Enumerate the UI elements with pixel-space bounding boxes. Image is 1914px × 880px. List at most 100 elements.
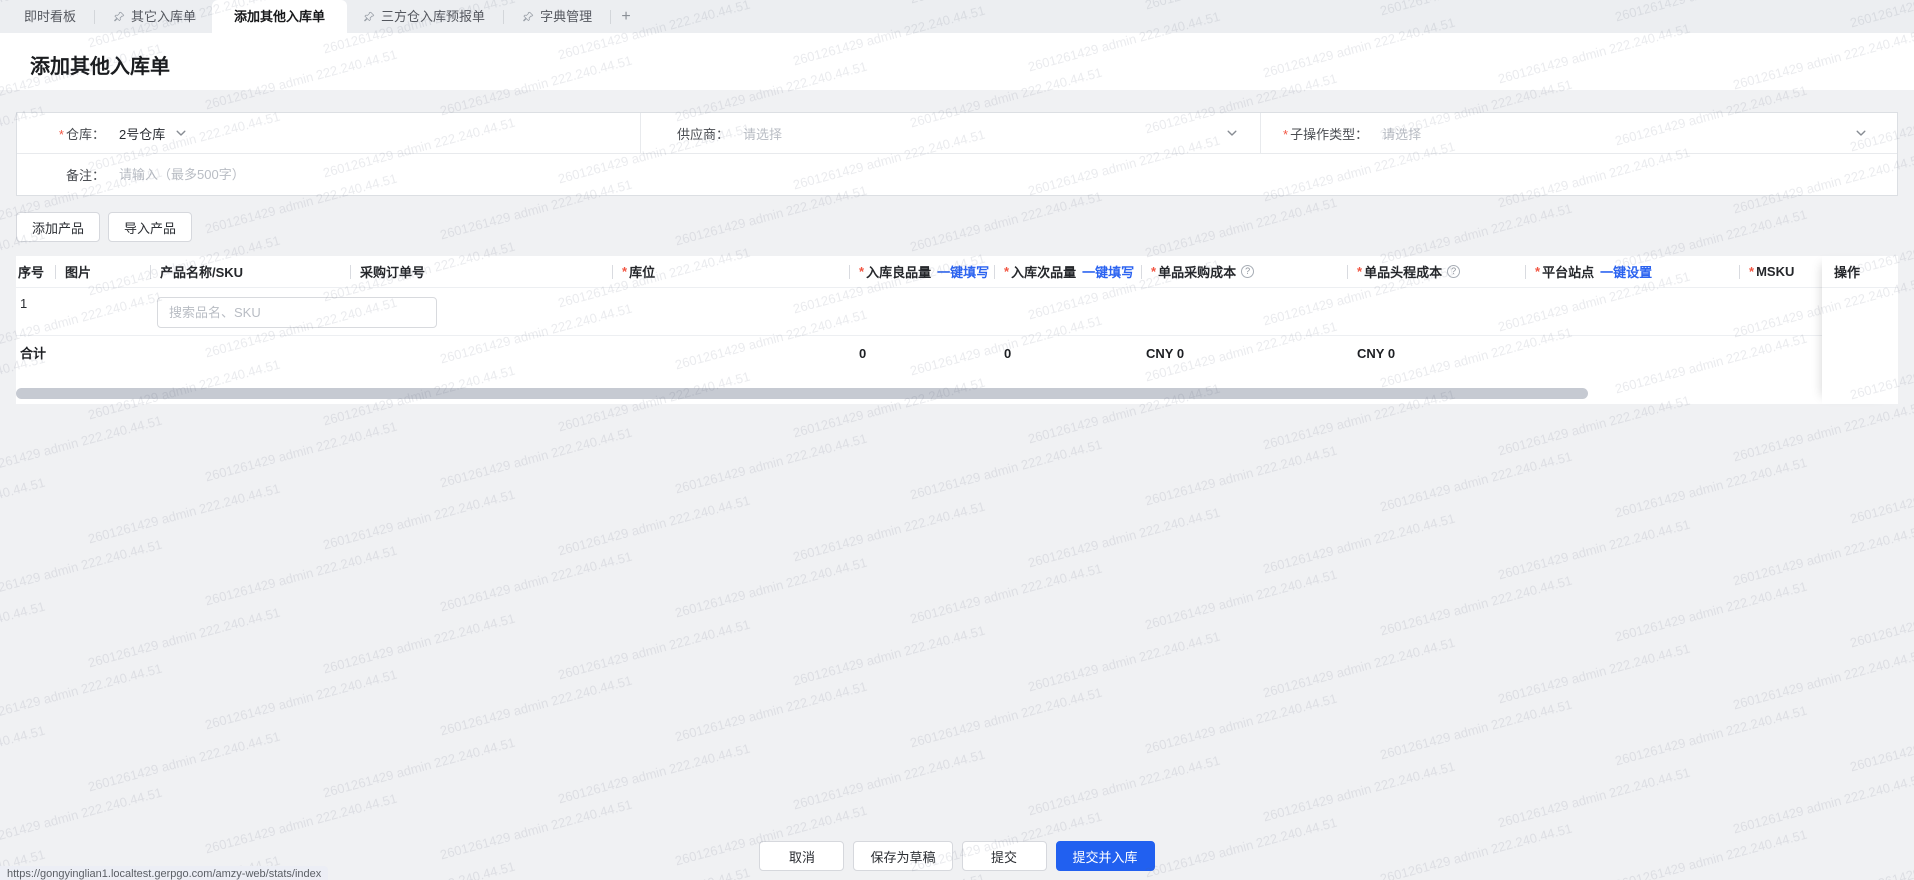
col-storage-location: * 库位 (612, 256, 849, 287)
col-msku: * MSKU (1739, 256, 1822, 287)
remark-input[interactable] (119, 167, 1119, 182)
sub-operation-type-field[interactable]: * 子操作类型： 请选择 (1261, 113, 1897, 153)
watermark-text: 2601261429 admin 222.240.44.51 (321, 611, 516, 677)
watermark-text: 2601261429 admin 222.240.44.51 (0, 723, 47, 789)
pushpin-icon[interactable] (522, 11, 534, 23)
watermark-text: 2601261429 admin 222.240.44.51 (1731, 771, 1914, 837)
watermark-text: 2601261429 admin 222.240.44.51 (86, 481, 281, 547)
product-table: 序号 图片 产品名称/SKU 采购订单号 * 库位 * 入库良品量 一键填写 * 入库次… (16, 256, 1898, 404)
watermark-text: 2601261429 admin 222.240.44.51 (203, 667, 398, 733)
pushpin-icon[interactable] (113, 11, 125, 23)
new-tab-button[interactable]: + (613, 0, 639, 33)
watermark-text: 2601261429 admin 222.240.44.51 (1613, 579, 1808, 645)
summary-row: 合计 0 0 CNY 0 CNY 0 (16, 336, 1898, 374)
tab-3pl-inbound-forecast[interactable]: 三方仓入库预报单 (347, 0, 501, 33)
warehouse-field: * 仓库： 2号仓库 (17, 113, 641, 153)
pushpin-icon[interactable] (363, 11, 375, 23)
warehouse-label: * 仓库： (58, 126, 105, 142)
warehouse-select[interactable]: 2号仓库 (119, 124, 187, 143)
watermark-text: 2601261429 admin 222.240.44.51 (791, 871, 986, 880)
watermark-text: 2601261429 admin 222.240.44.51 (791, 747, 986, 813)
watermark-text: 2601261429 admin 222.240.44.51 (1143, 691, 1338, 757)
watermark-text: 2601261429 admin 222.240.44.51 (321, 487, 516, 553)
watermark-text: 2601261429 admin 222.240.44.51 (673, 555, 868, 621)
col-image: 图片 (55, 256, 150, 287)
col-defect-qty: * 入库次品量 一键填写 (994, 256, 1141, 287)
add-product-button[interactable]: 添加产品 (16, 212, 101, 242)
watermark-text: 2601261429 admin 222.240.44.51 (1143, 443, 1338, 509)
watermark-text: 2601261429 admin 222.240.44.51 (203, 419, 398, 485)
required-mark: * (859, 264, 865, 279)
product-search-input[interactable] (157, 297, 437, 328)
watermark-text: 2601261429 admin 222.240.44.51 (321, 735, 516, 801)
required-mark: * (1535, 264, 1541, 279)
watermark-text: 2601261429 admin 222.240.44.51 (1143, 195, 1338, 261)
remark-label: 备注： (65, 168, 105, 183)
watermark-text: 2601261429 admin 222.240.44.51 (1613, 455, 1808, 521)
watermark-text: 2601261429 admin 222.240.44.51 (1026, 505, 1221, 571)
watermark-text: 2601261429 admin 222.240.44.51 (673, 679, 868, 745)
watermark-text: 2601261429 admin 222.240.44.51 (1731, 523, 1914, 589)
tab-bar: 即时看板 其它入库单 添加其他入库单 三方仓入库预报单 字典管理 + (0, 0, 1914, 33)
col-good-qty: * 入库良品量 一键填写 (849, 256, 994, 287)
tab-add-other-inbound-order[interactable]: 添加其他入库单 (212, 0, 348, 33)
summary-good-qty: 0 (859, 346, 867, 361)
tab-label: 三方仓入库预报单 (381, 9, 486, 24)
summary-freight-cost: CNY 0 (1357, 346, 1396, 361)
page-title: 添加其他入库单 (30, 56, 170, 78)
col-index: 序号 (18, 265, 45, 280)
required-mark: * (1357, 264, 1363, 279)
required-mark: * (58, 126, 64, 142)
watermark-text: 2601261429 admin 222.240.44.51 (1613, 703, 1808, 769)
watermark-text: 2601261429 admin 222.240.44.51 (556, 493, 751, 559)
col-unit-purchase-cost: * 单品采购成本? (1141, 256, 1347, 287)
required-mark: * (1749, 264, 1755, 279)
required-mark: * (1151, 264, 1157, 279)
required-mark: * (1283, 126, 1289, 142)
watermark-text: 2601261429 admin 222.240.44.51 (556, 617, 751, 683)
watermark-text: 2601261429 admin 222.240.44.51 (0, 475, 47, 541)
cancel-button[interactable]: 取消 (759, 841, 845, 871)
watermark-text: 2601261429 admin 222.240.44.51 (1848, 585, 1914, 651)
watermark-text: 2601261429 admin 222.240.44.51 (1026, 753, 1221, 819)
tab-other-inbound-orders[interactable]: 其它入库单 (97, 0, 212, 33)
product-toolbar: 添加产品 导入产品 (16, 212, 193, 242)
watermark-text: 2601261429 admin 222.240.44.51 (908, 685, 1103, 751)
watermark-text: 2601261429 admin 222.240.44.51 (1496, 765, 1691, 831)
watermark-text: 2601261429 admin 222.240.44.51 (1143, 567, 1338, 633)
tab-dictionary-management[interactable]: 字典管理 (506, 0, 608, 33)
chevron-down-icon (175, 127, 187, 139)
fill-all-defect-qty-link[interactable]: 一键填写 (1082, 262, 1134, 281)
submit-button[interactable]: 提交 (961, 841, 1047, 871)
watermark-text: 2601261429 admin 222.240.44.51 (1261, 511, 1456, 577)
save-draft-button[interactable]: 保存为草稿 (853, 841, 953, 871)
supplier-field[interactable]: 供应商： 请选择 (641, 113, 1261, 153)
col-actions: 操作 (1822, 256, 1898, 288)
info-icon[interactable]: ? (1447, 265, 1461, 278)
supplier-label: 供应商： (676, 126, 729, 142)
row-index: 1 (20, 296, 28, 311)
submit-and-inbound-button[interactable]: 提交并入库 (1055, 841, 1155, 871)
fill-all-good-qty-link[interactable]: 一键填写 (937, 262, 989, 281)
info-icon[interactable]: ? (1241, 265, 1255, 278)
watermark-text: 2601261429 admin 222.240.44.51 (0, 661, 164, 727)
watermark-text: 2601261429 admin 222.240.44.51 (791, 499, 986, 565)
watermark-text: 2601261429 admin 222.240.44.51 (0, 537, 164, 603)
tab-label: 其它入库单 (131, 9, 197, 24)
sub-operation-type-placeholder: 请选择 (1382, 126, 1422, 142)
horizontal-scrollbar-thumb[interactable] (16, 388, 1588, 399)
set-all-platform-site-link[interactable]: 一键设置 (1600, 262, 1652, 281)
watermark-text: 2601261429 admin 222.240.44.51 (1496, 641, 1691, 707)
watermark-text: 2601261429 admin 222.240.44.51 (0, 599, 47, 665)
chevron-down-icon (1226, 127, 1238, 139)
import-product-button[interactable]: 导入产品 (108, 212, 193, 242)
tab-divider (94, 9, 96, 24)
tab-label: 添加其他入库单 (234, 9, 326, 24)
watermark-text: 2601261429 admin 222.240.44.51 (438, 673, 633, 739)
tab-divider (610, 9, 612, 24)
watermark-text: 2601261429 admin 222.240.44.51 (1496, 517, 1691, 583)
watermark-text: 2601261429 admin 222.240.44.51 (908, 561, 1103, 627)
tab-dashboard[interactable]: 即时看板 (8, 0, 92, 33)
col-platform-site: * 平台站点 一键设置 (1525, 256, 1739, 287)
watermark-text: 2601261429 admin 222.240.44.51 (203, 543, 398, 609)
